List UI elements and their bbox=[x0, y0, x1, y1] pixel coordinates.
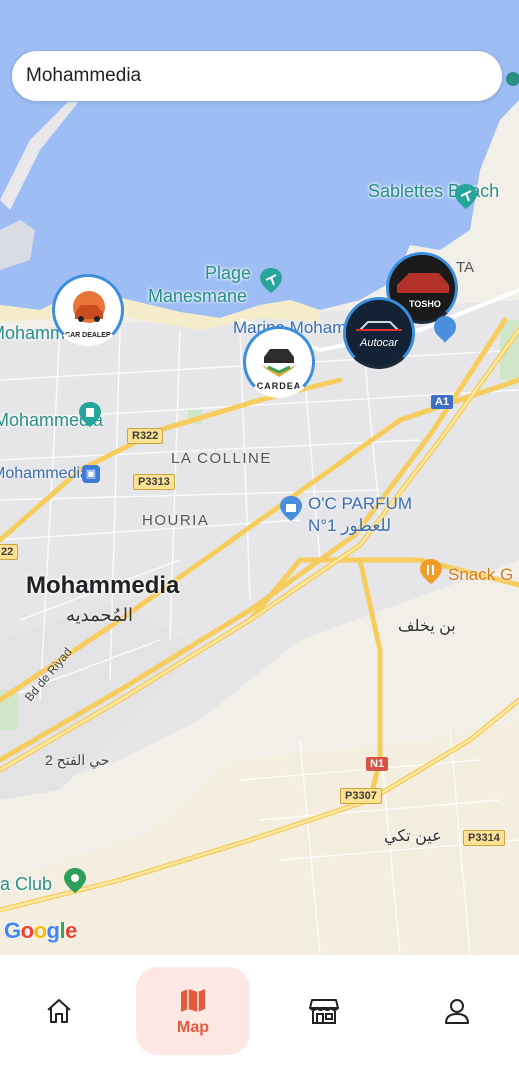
store-icon bbox=[309, 999, 339, 1024]
park-pin-icon[interactable] bbox=[61, 866, 89, 894]
restaurant-icon[interactable] bbox=[417, 557, 445, 585]
manesmane-label: Manesmane bbox=[148, 286, 248, 306]
road-shield-r322: R322 bbox=[127, 428, 164, 444]
nav-home[interactable] bbox=[2, 967, 116, 1055]
marker-cardea[interactable]: CARDEA bbox=[243, 326, 315, 398]
sablettes-beach-label: Sablettes Beach bbox=[368, 181, 500, 201]
svg-text:Autocar: Autocar bbox=[359, 337, 399, 349]
shopping-bag-icon[interactable] bbox=[277, 494, 305, 522]
bottom-navigation: Map bbox=[0, 955, 519, 1068]
snack-label: Snack G bbox=[448, 565, 514, 584]
nav-map[interactable]: Map bbox=[136, 967, 250, 1055]
marker-car-dealer[interactable]: CAR DEALER bbox=[52, 274, 124, 346]
svg-text:TOSHO: TOSHO bbox=[409, 299, 441, 309]
marker-autocar[interactable]: Autocar bbox=[343, 297, 415, 369]
club-label: ia Club bbox=[0, 874, 53, 894]
city-label: Mohammedia bbox=[26, 572, 180, 599]
road-shield-p3307: P3307 bbox=[340, 788, 382, 804]
city-arabic-label: المُحمديه bbox=[66, 605, 134, 625]
train-station-icon[interactable]: ▣ bbox=[82, 465, 100, 483]
beach-umbrella-icon[interactable] bbox=[452, 182, 480, 210]
ta-label: TA bbox=[456, 259, 475, 276]
nav-profile[interactable] bbox=[400, 967, 514, 1055]
oc-parfum-label: O'C PARFUM bbox=[308, 494, 412, 513]
map-view[interactable]: Mohammedia Sablettes Beach Plage Manesma… bbox=[0, 0, 519, 955]
nav-store[interactable] bbox=[267, 967, 381, 1055]
search-input-value: Mohammedia bbox=[26, 65, 142, 86]
road-shield-a1: A1 bbox=[431, 395, 454, 409]
road-shield-n1: N1 bbox=[366, 757, 389, 771]
landmark-icon[interactable] bbox=[76, 400, 104, 428]
oc-parfum-sub-label: N°1 للعطور bbox=[308, 516, 392, 535]
pin-edge-icon bbox=[506, 72, 519, 86]
svg-text:CAR DEALER: CAR DEALER bbox=[65, 332, 111, 339]
user-icon bbox=[445, 999, 469, 1024]
station-label: Mohammedia bbox=[0, 465, 89, 482]
ain-tekki-label: عين تكي bbox=[384, 828, 442, 845]
la-colline-label: LA COLLINE bbox=[171, 450, 272, 467]
beach-umbrella-icon[interactable] bbox=[257, 266, 285, 294]
road-shield-22: 22 bbox=[0, 544, 19, 560]
road-shield-p3313: P3313 bbox=[133, 474, 175, 490]
search-input[interactable]: Mohammedia bbox=[11, 50, 503, 102]
houria-label: HOURIA bbox=[142, 512, 210, 529]
home-icon bbox=[47, 999, 71, 1023]
map-icon bbox=[181, 989, 205, 1012]
autocar-logo-icon: Autocar bbox=[346, 300, 412, 366]
car-dealer-logo-icon: CAR DEALER bbox=[65, 291, 111, 339]
google-attribution: Google bbox=[4, 918, 77, 943]
cardea-logo-icon: CARDEA bbox=[257, 349, 302, 391]
hay-fath-label: حي الفتح 2 bbox=[45, 752, 110, 768]
road-shield-p3314: P3314 bbox=[463, 830, 505, 846]
svg-text:CARDEA: CARDEA bbox=[257, 381, 302, 391]
plage-label: Plage bbox=[205, 263, 252, 283]
nav-map-label: Map bbox=[177, 1019, 209, 1036]
ben-yakhlef-label: بن يخلف bbox=[398, 618, 456, 635]
